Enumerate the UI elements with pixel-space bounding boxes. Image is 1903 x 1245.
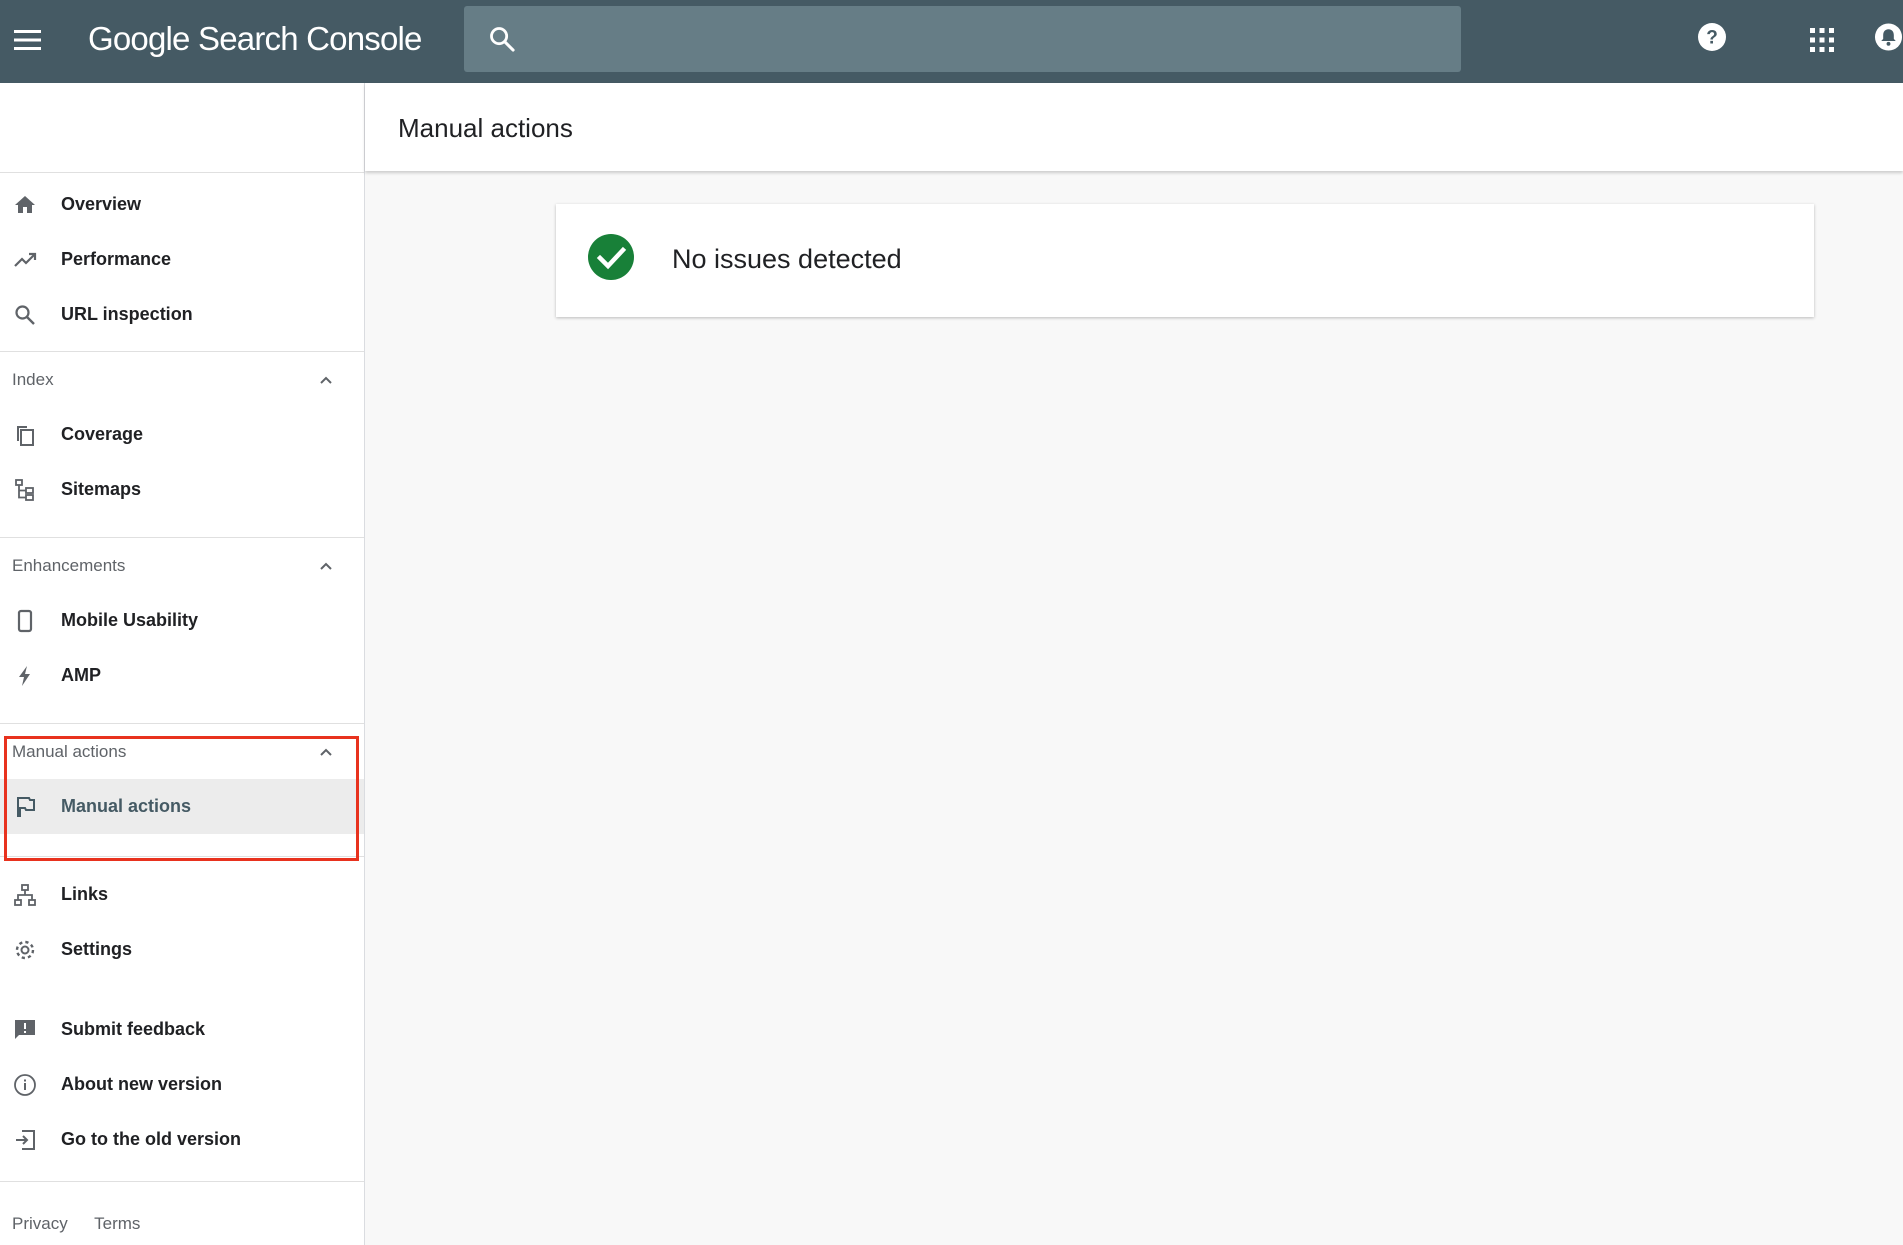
links-network-icon bbox=[14, 884, 36, 906]
svg-text:?: ? bbox=[1706, 28, 1718, 49]
sidebar-item-sitemaps[interactable]: Sitemaps bbox=[0, 462, 364, 517]
chevron-up-icon[interactable] bbox=[318, 558, 334, 574]
sidebar-item-about-new-version[interactable]: About new version bbox=[0, 1057, 364, 1112]
sidebar-item-label: URL inspection bbox=[61, 304, 193, 324]
section-index[interactable]: Index bbox=[0, 352, 364, 407]
feedback-icon bbox=[15, 1020, 35, 1039]
sidebar-item-amp[interactable]: AMP bbox=[0, 648, 364, 703]
sidebar-item-label: Manual actions bbox=[61, 796, 192, 816]
page-title: Manual actions bbox=[398, 113, 573, 143]
sidebar-item-label: Mobile Usability bbox=[61, 610, 199, 630]
trending-up-icon bbox=[14, 252, 37, 267]
sidebar-item-label: Overview bbox=[61, 194, 142, 214]
sidebar-item-manual-actions[interactable]: Manual actions bbox=[0, 779, 364, 834]
section-title: Manual actions bbox=[12, 742, 127, 761]
section-title: Index bbox=[12, 370, 54, 389]
search-icon bbox=[490, 27, 515, 52]
phone-icon bbox=[17, 609, 33, 633]
notifications-icon[interactable] bbox=[1874, 22, 1903, 52]
search-icon bbox=[15, 305, 35, 325]
sidebar-item-links[interactable]: Links bbox=[0, 867, 364, 922]
sidebar-item-label: Coverage bbox=[61, 424, 144, 444]
logo-product: Search Console bbox=[198, 20, 422, 57]
sidebar-item-settings[interactable]: Settings bbox=[0, 922, 364, 977]
status-message: No issues detected bbox=[672, 244, 902, 274]
section-title: Enhancements bbox=[12, 556, 126, 575]
search-input[interactable] bbox=[536, 6, 1440, 74]
logo-google: Google bbox=[88, 20, 190, 57]
page-header: Manual actions bbox=[365, 83, 1903, 171]
sidebar-item-overview[interactable]: Overview bbox=[0, 177, 364, 232]
sidebar-item-url-inspection[interactable]: URL inspection bbox=[0, 287, 364, 342]
sidebar-item-coverage[interactable]: Coverage bbox=[0, 407, 364, 462]
app-header: Google Search Console ? bbox=[0, 0, 1903, 83]
chevron-up-icon[interactable] bbox=[318, 744, 334, 760]
bolt-icon bbox=[19, 666, 30, 686]
search-bar[interactable] bbox=[464, 6, 1461, 74]
sidebar-item-label: Performance bbox=[61, 249, 172, 269]
apps-grid-icon[interactable] bbox=[1810, 28, 1834, 52]
menu-icon[interactable] bbox=[14, 28, 41, 52]
divider bbox=[0, 1181, 364, 1182]
gear-icon bbox=[15, 940, 35, 960]
home-icon bbox=[15, 196, 35, 213]
section-enhancements[interactable]: Enhancements bbox=[0, 538, 364, 593]
status-card: No issues detected bbox=[556, 204, 1814, 317]
chevron-up-icon[interactable] bbox=[318, 372, 334, 388]
sidebar-footer: Privacy Terms bbox=[12, 1214, 162, 1234]
sidebar-item-label: About new version bbox=[61, 1074, 223, 1094]
app-logo[interactable]: Google Search Console bbox=[88, 20, 422, 58]
privacy-link[interactable]: Privacy bbox=[12, 1214, 68, 1233]
copy-pages-icon bbox=[17, 426, 34, 446]
sidebar-item-label: Submit feedback bbox=[61, 1019, 206, 1039]
flag-icon bbox=[17, 797, 35, 817]
info-icon bbox=[14, 1074, 36, 1096]
terms-link[interactable]: Terms bbox=[94, 1214, 140, 1233]
check-circle-icon bbox=[588, 234, 634, 280]
help-icon[interactable]: ? bbox=[1697, 22, 1727, 52]
sidebar: Overview Performance URL inspection Inde… bbox=[0, 83, 365, 1245]
property-selector[interactable] bbox=[0, 83, 364, 173]
sidebar-item-label: Settings bbox=[61, 939, 133, 959]
sitemap-icon bbox=[15, 479, 34, 501]
section-manual-actions[interactable]: Manual actions bbox=[0, 724, 364, 779]
exit-icon bbox=[16, 1130, 35, 1150]
sidebar-item-label: Go to the old version bbox=[61, 1129, 242, 1149]
sidebar-item-mobile-usability[interactable]: Mobile Usability bbox=[0, 593, 364, 648]
sidebar-item-old-version[interactable]: Go to the old version bbox=[0, 1112, 364, 1167]
sidebar-item-submit-feedback[interactable]: Submit feedback bbox=[0, 1002, 364, 1057]
sidebar-item-label: Sitemaps bbox=[61, 479, 142, 499]
sidebar-item-performance[interactable]: Performance bbox=[0, 232, 364, 287]
sidebar-item-label: Links bbox=[61, 884, 109, 904]
sidebar-item-label: AMP bbox=[61, 665, 101, 685]
